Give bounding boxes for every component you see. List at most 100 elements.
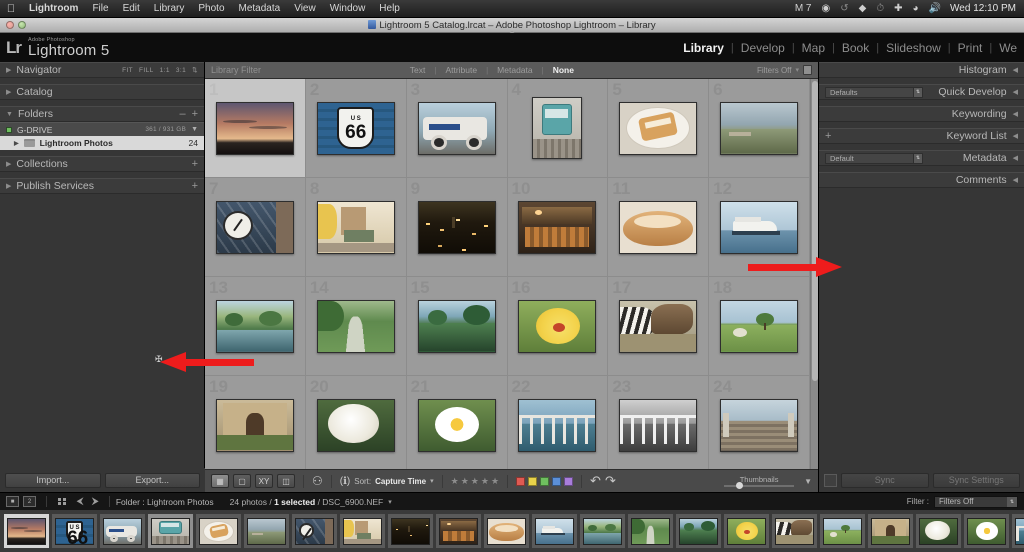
sort-caret-icon[interactable]: ▾	[430, 477, 434, 485]
az-sort-icon[interactable]: (ℹ)	[340, 476, 350, 487]
thumbnail-teal-train-car[interactable]	[532, 97, 583, 159]
volume-row-g-drive[interactable]: G-DRIVE 361 / 931 GB ▼	[0, 122, 204, 136]
add-folder-button[interactable]: +	[192, 108, 198, 120]
thumbnail-pier-railing-color[interactable]	[518, 398, 597, 452]
module-print[interactable]: Print	[951, 41, 990, 55]
filmstrip-thumbnail-sunset-clouds-silhouette[interactable]	[7, 517, 46, 545]
import-button[interactable]: Import...	[5, 472, 101, 488]
menu-extra-m7[interactable]: M 7	[790, 3, 817, 14]
color-label-swatch[interactable]	[552, 476, 562, 486]
filmstrip-cell[interactable]	[388, 514, 433, 548]
filmstrip-cell[interactable]	[964, 514, 1009, 548]
filmstrip-thumbnail-city-night-lights[interactable]	[391, 517, 430, 545]
filmstrip-cell[interactable]	[820, 514, 865, 548]
navigate-forward-icon[interactable]: ⮞	[88, 496, 103, 507]
filmstrip-thumbnail-pastry-closeup[interactable]	[487, 517, 526, 545]
panel-keyword-list[interactable]: + Keyword List ◀	[819, 128, 1024, 144]
filmstrip-cell[interactable]	[676, 514, 721, 548]
thumbnail-white-daisy[interactable]	[417, 398, 496, 452]
lock-icon[interactable]	[803, 65, 812, 75]
thumbnail-pier-railing-bw[interactable]	[619, 398, 698, 452]
thumbnail-stone-villa-garden[interactable]	[215, 398, 294, 452]
grid-cell[interactable]: 20	[305, 376, 407, 469]
filmstrip-cell[interactable]	[628, 514, 673, 548]
color-label-swatch[interactable]	[540, 476, 550, 486]
filmstrip-cell[interactable]	[148, 514, 193, 548]
lightroom-logo-icon[interactable]: Lr	[0, 38, 28, 58]
thumbnail-vintage-fire-truck[interactable]	[417, 101, 496, 155]
color-label-swatch[interactable]	[528, 476, 538, 486]
loupe-view-icon[interactable]: ▢	[233, 474, 251, 488]
stepper-arrows-icon[interactable]: ⇅	[913, 87, 922, 97]
grid-cell[interactable]: 2 66 U S	[305, 79, 407, 178]
apple-icon[interactable]: 	[0, 3, 22, 15]
sync-button[interactable]: Sync	[841, 472, 929, 488]
thumbnail-market-hall-interior[interactable]	[518, 200, 597, 254]
menu-photo[interactable]: Photo	[191, 3, 231, 14]
wifi-icon[interactable]: ◕	[908, 3, 924, 14]
thumbnail-ferry-boat-harbor[interactable]	[720, 200, 799, 254]
rating-star[interactable]: ★	[461, 476, 469, 487]
filters-caret-icon[interactable]: ▾	[795, 66, 799, 74]
panel-collections[interactable]: ▶ Collections +	[0, 156, 204, 172]
filmstrip-thumbnail-pier-railing-color[interactable]	[1015, 517, 1024, 545]
grid-view-icon[interactable]: ▦	[211, 474, 229, 488]
rating-star[interactable]: ★	[491, 476, 499, 487]
module-web[interactable]: We	[992, 41, 1024, 55]
grid-cell[interactable]: 17	[608, 277, 710, 376]
filmstrip-cell[interactable]	[292, 514, 337, 548]
filmstrip-thumbnail-yellow-hibiscus-flower[interactable]	[727, 517, 766, 545]
export-button[interactable]: Export...	[104, 472, 200, 488]
zoom-3-1[interactable]: 3:1	[176, 67, 186, 74]
zoom-fit[interactable]: FIT	[122, 67, 133, 74]
grid-cell[interactable]: 7	[205, 178, 306, 277]
filmstrip-grid-icon[interactable]	[58, 497, 66, 506]
filmstrip-thumbnail-palm-tree-coast[interactable]	[679, 517, 718, 545]
filmstrip-thumbnail-dessert-on-plate[interactable]	[199, 517, 238, 545]
filmstrip-cell[interactable]	[916, 514, 961, 548]
filter-tab-metadata[interactable]: Metadata	[492, 65, 537, 75]
panel-catalog[interactable]: ▶ Catalog	[0, 84, 204, 100]
volume-icon[interactable]: 🔊	[924, 3, 946, 14]
grid-scrollbar[interactable]	[810, 79, 818, 469]
grid-cell[interactable]: 13	[205, 277, 306, 376]
thumbnail-tropical-canal-resort[interactable]	[215, 299, 294, 353]
filmstrip-cell[interactable]	[868, 514, 913, 548]
chevron-down-icon[interactable]: ▼	[804, 477, 812, 486]
grid-cell[interactable]: 12	[709, 178, 810, 277]
filmstrip-cell[interactable]	[340, 514, 385, 548]
filmstrip-thumbnail-station-clock[interactable]	[295, 517, 334, 545]
grid-cell[interactable]: 18	[709, 277, 810, 376]
thumbnails-knob[interactable]	[736, 482, 744, 489]
thumbnail-boardwalk-pier[interactable]	[720, 398, 799, 452]
zoom-fill[interactable]: FILL	[139, 67, 154, 74]
thumbnail-station-clock[interactable]	[215, 200, 294, 254]
thumbnail-dessert-on-plate[interactable]	[619, 101, 698, 155]
filmstrip-thumbnail-vintage-fire-truck[interactable]	[103, 517, 142, 545]
panel-keywording[interactable]: Keywording ◀	[819, 106, 1024, 122]
filmstrip-cell[interactable]	[100, 514, 145, 548]
menu-edit[interactable]: Edit	[116, 3, 147, 14]
grid-cell[interactable]: 6	[709, 79, 810, 178]
filmstrip-cell[interactable]: 66 U S	[52, 514, 97, 548]
navigate-back-icon[interactable]: ⮜	[73, 496, 88, 507]
thumbnail-green-field-tree[interactable]	[720, 299, 799, 353]
menu-lightroom[interactable]: Lightroom	[22, 3, 85, 14]
filmstrip-thumbnail-white-rose[interactable]	[919, 517, 958, 545]
thumbnail-palm-tree-coast[interactable]	[417, 299, 496, 353]
color-label-swatch[interactable]	[516, 476, 526, 486]
filmstrip-thumbnail-ferry-boat-harbor[interactable]	[535, 517, 574, 545]
filmstrip-thumbnail-route-66-sign[interactable]: 66 U S	[55, 517, 94, 545]
filmstrip-cell[interactable]	[724, 514, 769, 548]
menu-view[interactable]: View	[287, 3, 323, 14]
bluetooth-icon[interactable]: ◉	[817, 3, 836, 14]
stepper-arrows-icon[interactable]: ⇅	[1007, 496, 1017, 507]
sort-value[interactable]: Capture Time	[375, 477, 426, 486]
timemachine-icon[interactable]: ⏱	[871, 3, 889, 14]
quick-develop-preset-combo[interactable]: Defaults ⇅	[825, 86, 923, 98]
filmstrip-thumbnail-zebra-and-donkey[interactable]	[775, 517, 814, 545]
add-collection-button[interactable]: +	[192, 158, 198, 170]
filter-tab-text[interactable]: Text	[405, 65, 431, 75]
add-publish-service-button[interactable]: +	[192, 180, 198, 192]
rating-stars[interactable]: ★ ★ ★ ★ ★	[451, 476, 499, 487]
